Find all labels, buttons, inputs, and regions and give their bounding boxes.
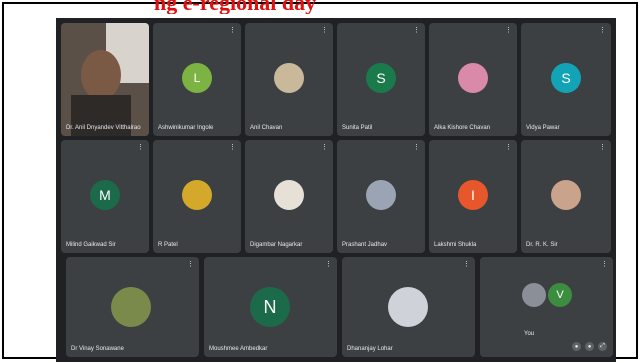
more-options-icon[interactable]: ⋮	[187, 260, 194, 268]
pin-icon[interactable]: ●	[572, 342, 581, 351]
participant-tile[interactable]: ⋮ Alka Kishore Chavan	[429, 23, 517, 136]
mic-icon[interactable]: ●	[585, 342, 594, 351]
participant-name: Alka Kishore Chavan	[434, 125, 491, 131]
avatar	[274, 63, 304, 93]
participant-name: Sunita Patil	[342, 125, 373, 131]
more-options-icon[interactable]: ⋮	[601, 260, 608, 268]
avatar	[458, 63, 488, 93]
avatar	[111, 287, 151, 327]
participant-tile[interactable]: ⋮ R Patel	[153, 140, 241, 253]
participant-name: Prashant Jadhav	[342, 242, 388, 248]
avatar	[522, 283, 546, 307]
participant-name: Ashwinikumar Ingole	[158, 125, 214, 131]
participant-name: Digambar Nagarkar	[250, 242, 303, 248]
avatar: L	[182, 63, 212, 93]
participant-name: Moushmee Ambedkar	[209, 346, 268, 352]
more-options-icon[interactable]: ⋮	[321, 26, 328, 34]
document-frame: ng e-regional day Dr. Anil Dnyandev Vitt…	[2, 0, 638, 362]
avatar: I	[458, 180, 488, 210]
more-options-icon[interactable]: ⋮	[599, 26, 606, 34]
participant-tile[interactable]: ⋮ Dhananjay Lohar	[342, 257, 475, 357]
more-options-icon[interactable]: ⋮	[413, 143, 420, 151]
participant-name: R Patel	[158, 242, 178, 248]
video-meeting-grid: Dr. Anil Dnyandev Vitthalrao L ⋮ Ashwini…	[56, 18, 616, 362]
participant-tile[interactable]: S ⋮ Vidya Pawar	[521, 23, 611, 136]
participant-tile[interactable]: M ⋮ Milind Gaikwad Sir	[61, 140, 149, 253]
more-options-icon[interactable]: ⋮	[505, 26, 512, 34]
participant-name: You	[524, 331, 535, 337]
participant-name: Dr. Anil Dnyandev Vitthalrao	[66, 125, 141, 131]
participant-tile[interactable]: ⋮ Anil Chavan	[245, 23, 333, 136]
participant-tile[interactable]: ⋮ Prashant Jadhav	[337, 140, 425, 253]
avatar	[274, 180, 304, 210]
avatar: N	[250, 287, 290, 327]
avatar	[182, 180, 212, 210]
participant-tile[interactable]: S ⋮ Sunita Patil	[337, 23, 425, 136]
expand-icon[interactable]: ⤢	[598, 342, 607, 351]
more-options-icon[interactable]: ⋮	[505, 143, 512, 151]
participant-tile[interactable]: ⋮ Dr. R. K. Sir	[521, 140, 611, 253]
participant-name: Vidya Pawar	[526, 125, 560, 131]
more-options-icon[interactable]: ⋮	[229, 26, 236, 34]
participant-name: Anil Chavan	[250, 125, 283, 131]
document-heading: ng e-regional day	[154, 0, 317, 14]
participant-name: Milind Gaikwad Sir	[66, 242, 116, 248]
self-tile[interactable]: V ⋮ You ● ● ⤢	[480, 257, 613, 357]
avatar	[551, 180, 581, 210]
participant-tile[interactable]: ⋮ Dr Vinay Sonawane	[66, 257, 199, 357]
participant-tile[interactable]: N ⋮ Moushmee Ambedkar	[204, 257, 337, 357]
participant-tile[interactable]: I ⋮ Lakshmi Shukla	[429, 140, 517, 253]
more-options-icon[interactable]: ⋮	[599, 143, 606, 151]
more-options-icon[interactable]: ⋮	[463, 260, 470, 268]
avatar: V	[548, 283, 572, 307]
avatar	[366, 180, 396, 210]
tile-controls: ● ● ⤢	[572, 342, 607, 351]
participant-tile[interactable]: ⋮ Digambar Nagarkar	[245, 140, 333, 253]
avatar: S	[366, 63, 396, 93]
participant-name: Dr. R. K. Sir	[526, 242, 558, 248]
more-options-icon[interactable]: ⋮	[137, 143, 144, 151]
avatar	[388, 287, 428, 327]
avatar: S	[551, 63, 581, 93]
participant-tile[interactable]: L ⋮ Ashwinikumar Ingole	[153, 23, 241, 136]
participant-name: Dhananjay Lohar	[347, 346, 393, 352]
camera-feed	[61, 23, 149, 136]
participant-name: Lakshmi Shukla	[434, 242, 477, 248]
avatar: M	[90, 180, 120, 210]
more-options-icon[interactable]: ⋮	[321, 143, 328, 151]
participant-name: Dr Vinay Sonawane	[71, 346, 124, 352]
more-options-icon[interactable]: ⋮	[413, 26, 420, 34]
more-options-icon[interactable]: ⋮	[325, 260, 332, 268]
participant-tile[interactable]: Dr. Anil Dnyandev Vitthalrao	[61, 23, 149, 136]
more-options-icon[interactable]: ⋮	[229, 143, 236, 151]
